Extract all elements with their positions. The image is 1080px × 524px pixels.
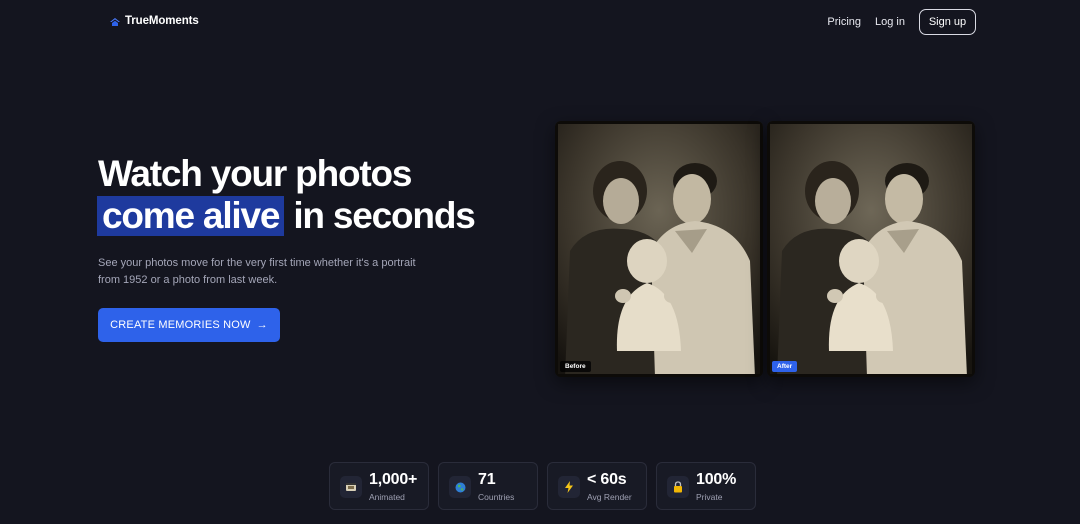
top-nav: TrueMoments Pricing Log in Sign up [0,0,1080,46]
brand-name: TrueMoments [125,15,199,27]
vintage-family-photo-after [767,121,975,377]
stat-value: 1,000+ [369,471,418,488]
hero-title-highlight: come alive [97,196,285,236]
hero-title: Watch your photos come alive in seconds [97,153,538,237]
before-badge: Before [560,361,591,372]
arrow-right-icon: → [256,319,268,331]
nav-links: Pricing Log in Sign up [827,9,976,35]
stats-row: 1,000+ Animated 71 Countries < 60s Avg R… [329,462,756,510]
stat-value: < 60s [587,471,627,488]
after-photo: After [767,121,975,377]
before-photo: Before [555,121,763,377]
stat-card-avg-render: < 60s Avg Render [547,462,647,510]
stat-label: Avg Render [587,492,632,502]
after-badge: After [772,361,798,372]
stat-value: 71 [478,471,496,488]
stat-label: Animated [369,492,405,502]
lock-icon [667,476,689,498]
nav-pricing-link[interactable]: Pricing [827,9,861,35]
stat-value: 100% [696,471,737,488]
stat-card-countries: 71 Countries [438,462,538,510]
nav-login-link[interactable]: Log in [875,9,905,35]
stat-card-animated: 1,000+ Animated [329,462,429,510]
film-icon [340,476,362,498]
home-logo-icon [109,15,121,27]
globe-icon [449,476,471,498]
lightning-icon [558,476,580,498]
hero-subtitle: See your photos move for the very first … [98,257,416,286]
vintage-family-photo-before [555,121,763,377]
stat-card-private: 100% Private [656,462,756,510]
signup-button[interactable]: Sign up [919,9,976,35]
create-memories-button[interactable]: CREATE MEMORIES NOW → [98,308,280,342]
stat-label: Private [696,492,723,502]
landing-page: TrueMoments Pricing Log in Sign up Watch… [0,0,1080,524]
brand-logo[interactable]: TrueMoments [109,15,199,27]
hero-title-line1: Watch your photos [98,153,412,194]
cta-label: CREATE MEMORIES NOW [110,319,251,331]
hero-title-rest: in seconds [293,195,475,236]
stat-label: Countries [478,492,515,502]
